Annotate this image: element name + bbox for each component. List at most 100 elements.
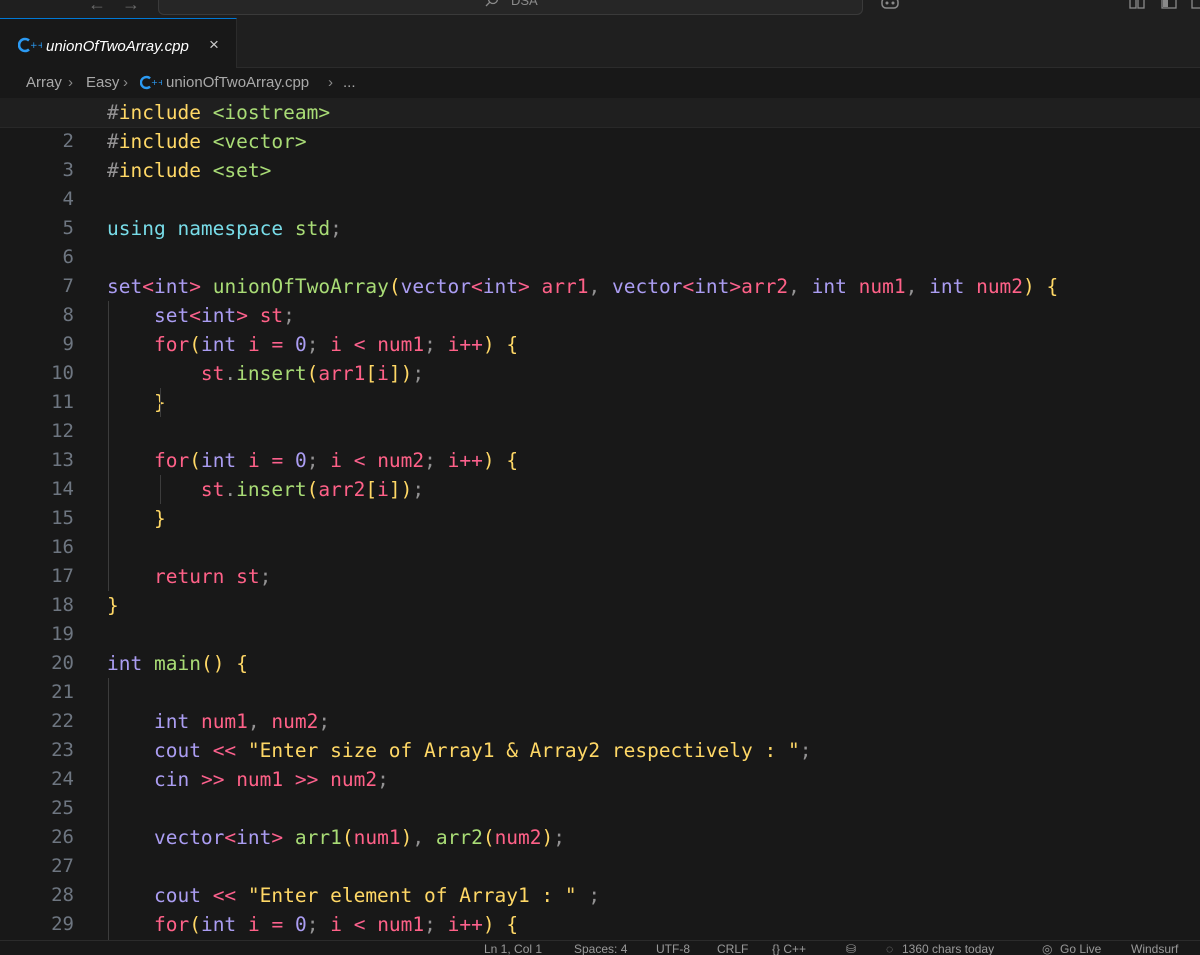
code-line[interactable]: int num1, num2;: [107, 707, 1200, 736]
line-number: 22: [51, 710, 74, 732]
breadcrumb-item-easy[interactable]: Easy: [86, 74, 119, 91]
line-number: 29: [51, 913, 74, 935]
status-windsurf[interactable]: Windsurf: [1131, 942, 1178, 955]
svg-text:++: ++: [30, 41, 42, 51]
chevron-right-icon: ›: [123, 74, 128, 91]
code-line[interactable]: cin >> num1 >> num2;: [107, 765, 1200, 794]
line-number: 13: [51, 449, 74, 471]
code-line[interactable]: for(int i = 0; i < num1; i++) {: [107, 330, 1200, 359]
command-center-text: DSA: [511, 0, 538, 8]
customize-layout-icon[interactable]: [1190, 0, 1200, 13]
status-eol[interactable]: CRLF: [717, 942, 748, 955]
line-number: 26: [51, 826, 74, 848]
line-number: 4: [62, 188, 74, 210]
svg-text:++: ++: [151, 77, 162, 87]
toggle-sidebar-icon[interactable]: [1160, 0, 1178, 13]
cpp-file-icon: ++: [139, 75, 165, 94]
code-editor[interactable]: 1234567891011121314151617181920212223242…: [0, 98, 1200, 940]
tab-label: unionOfTwoArray.cpp: [46, 38, 189, 55]
breadcrumb-item-array[interactable]: Array: [26, 74, 62, 91]
copilot-icon[interactable]: [880, 0, 902, 13]
breadcrumb-item-file[interactable]: unionOfTwoArray.cpp: [166, 74, 309, 91]
code-line[interactable]: #include <iostream>: [0, 98, 1200, 128]
bell-icon[interactable]: ⛁: [846, 942, 856, 955]
status-cursor-position[interactable]: Ln 1, Col 1: [484, 942, 542, 955]
line-number: 18: [51, 594, 74, 616]
back-arrow-icon[interactable]: ←: [88, 0, 106, 15]
code-line[interactable]: cout << "Enter element of Array1 : " ;: [107, 881, 1200, 910]
search-icon: [485, 0, 499, 7]
code-line[interactable]: st.insert(arr2[i]);: [107, 475, 1200, 504]
code-area[interactable]: #include <iostream> #include <vector> #inc…: [0, 98, 1200, 939]
line-number: 23: [51, 739, 74, 761]
line-number: 16: [51, 536, 74, 558]
line-number-gutter: 1234567891011121314151617181920212223242…: [0, 98, 86, 939]
line-number: 7: [62, 275, 74, 297]
code-line[interactable]: }: [107, 504, 1200, 533]
line-number: 17: [51, 565, 74, 587]
line-number: 15: [51, 507, 74, 529]
code-line[interactable]: ​: [107, 417, 1200, 446]
tab-union-of-two-array[interactable]: ++ unionOfTwoArray.cpp ×: [0, 18, 237, 68]
line-number: 8: [62, 304, 74, 326]
line-number: 19: [51, 623, 74, 645]
line-number: 9: [62, 333, 74, 355]
command-center-search[interactable]: DSA: [158, 0, 863, 15]
code-line[interactable]: cout << "Enter size of Array1 & Array2 r…: [107, 736, 1200, 765]
indent-guide: [160, 475, 161, 504]
code-line[interactable]: ​: [107, 794, 1200, 823]
code-line[interactable]: int main() {: [107, 649, 1200, 678]
line-number: 11: [51, 391, 74, 413]
indent-guide: [160, 388, 161, 417]
forward-arrow-icon[interactable]: →: [122, 0, 140, 15]
line-number: 21: [51, 681, 74, 703]
status-go-live[interactable]: Go Live: [1060, 942, 1101, 955]
code-line[interactable]: }: [107, 388, 1200, 417]
code-line[interactable]: #include <set>: [107, 156, 1200, 185]
code-line[interactable]: for(int i = 0; i < num2; i++) {: [107, 446, 1200, 475]
close-icon[interactable]: ×: [209, 35, 219, 55]
code-line[interactable]: for(int i = 0; i < num1; i++) {: [107, 910, 1200, 939]
chars-today-icon: ◌: [886, 942, 894, 955]
code-line[interactable]: ​: [107, 620, 1200, 649]
line-number: 24: [51, 768, 74, 790]
line-number: 25: [51, 797, 74, 819]
line-number: 2: [62, 130, 74, 152]
layout-icon[interactable]: [1128, 0, 1146, 13]
title-bar: ← → DSA: [0, 0, 1200, 18]
code-line[interactable]: ​: [107, 185, 1200, 214]
status-encoding[interactable]: UTF-8: [656, 942, 690, 955]
cpp-file-icon: ++: [18, 37, 42, 53]
chevron-right-icon: ›: [68, 74, 73, 91]
code-line[interactable]: set<int> unionOfTwoArray(vector<int> arr…: [107, 272, 1200, 301]
code-line[interactable]: return st;: [107, 562, 1200, 591]
line-number: 5: [62, 217, 74, 239]
code-line[interactable]: set<int> st;: [107, 301, 1200, 330]
code-line[interactable]: }: [107, 591, 1200, 620]
code-line[interactable]: ​: [107, 243, 1200, 272]
line-number: 6: [62, 246, 74, 268]
line-number: 28: [51, 884, 74, 906]
go-live-icon: ◎: [1042, 942, 1053, 955]
line-number: 27: [51, 855, 74, 877]
editor-tab-strip: ++ unionOfTwoArray.cpp ×: [0, 18, 1200, 68]
code-line[interactable]: st.insert(arr1[i]);: [107, 359, 1200, 388]
line-number: 10: [51, 362, 74, 384]
line-number: 12: [51, 420, 74, 442]
status-indentation[interactable]: Spaces: 4: [574, 942, 627, 955]
code-line[interactable]: ​: [107, 678, 1200, 707]
line-number: 3: [62, 159, 74, 181]
code-line[interactable]: using namespace std;: [107, 214, 1200, 243]
indent-guide: [108, 678, 109, 940]
chevron-right-icon: ›: [328, 74, 333, 91]
code-line[interactable]: vector<int> arr1(num1), arr2(num2);: [107, 823, 1200, 852]
code-line[interactable]: #include <vector>: [107, 127, 1200, 156]
status-chars-today[interactable]: 1360 chars today: [902, 942, 994, 955]
indent-guide: [108, 301, 109, 591]
breadcrumb: Array › Easy › ++ unionOfTwoArray.cpp › …: [0, 68, 1200, 98]
code-line[interactable]: ​: [107, 533, 1200, 562]
breadcrumb-item-symbol[interactable]: ...: [343, 74, 356, 91]
status-bar: Ln 1, Col 1 Spaces: 4 UTF-8 CRLF {} C++ …: [0, 940, 1200, 955]
status-language[interactable]: {} C++: [772, 942, 806, 955]
code-line[interactable]: ​: [107, 852, 1200, 881]
